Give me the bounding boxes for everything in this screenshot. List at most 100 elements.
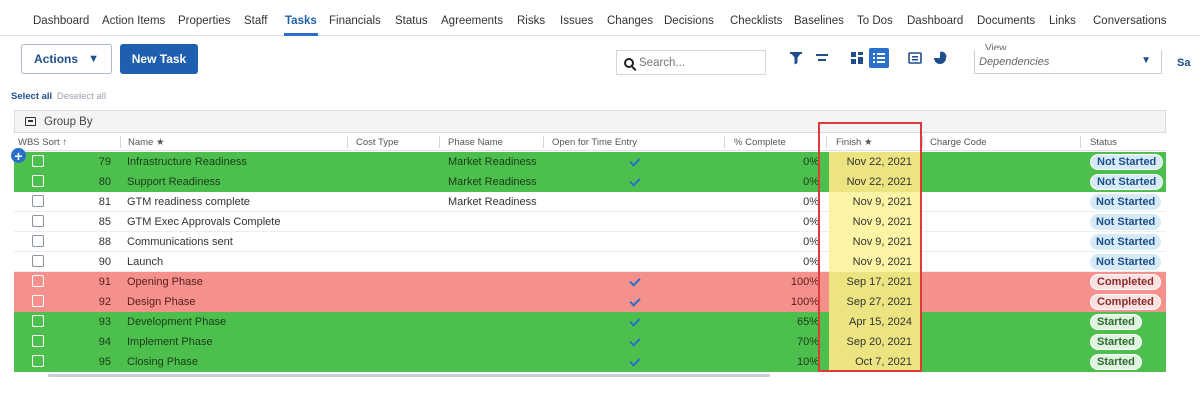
- board-view-icon[interactable]: [847, 48, 867, 68]
- status-badge: Started: [1090, 354, 1142, 370]
- adjust-columns-icon[interactable]: [812, 48, 832, 68]
- task-name[interactable]: Launch: [127, 256, 163, 268]
- task-name[interactable]: Opening Phase: [127, 276, 203, 288]
- col-wbs-sort[interactable]: WBS Sort ↑: [18, 137, 67, 148]
- col-open-time-entry[interactable]: Open for Time Entry: [552, 137, 637, 148]
- row-checkbox[interactable]: [32, 315, 44, 327]
- horizontal-scrollbar[interactable]: [48, 374, 770, 377]
- col-phase-name[interactable]: Phase Name: [448, 137, 503, 148]
- row-checkbox[interactable]: [32, 155, 44, 167]
- table-row[interactable]: 95 Closing Phase 10% Oct 7, 2021 Started: [14, 352, 1166, 372]
- table-row[interactable]: 79 Infrastructure Readiness Market Readi…: [14, 152, 1166, 172]
- row-checkbox[interactable]: [32, 335, 44, 347]
- tab-financials[interactable]: Financials: [329, 15, 381, 27]
- row-checkbox[interactable]: [32, 175, 44, 187]
- tab-conversations[interactable]: Conversations: [1093, 15, 1167, 27]
- search-icon: [624, 57, 634, 68]
- row-checkbox[interactable]: [32, 355, 44, 367]
- tab-properties[interactable]: Properties: [178, 15, 230, 27]
- table-row[interactable]: 93 Development Phase 65% Apr 15, 2024 St…: [14, 312, 1166, 332]
- task-name[interactable]: Infrastructure Readiness: [127, 156, 247, 168]
- tab-baselines[interactable]: Baselines: [794, 15, 844, 27]
- task-name[interactable]: Design Phase: [127, 296, 196, 308]
- check-icon: [629, 335, 641, 347]
- filter-icon[interactable]: [786, 48, 806, 68]
- group-by-bar[interactable]: Group By: [14, 110, 1166, 133]
- tab-changes[interactable]: Changes: [607, 15, 653, 27]
- tab-tasks[interactable]: Tasks: [285, 15, 317, 27]
- wbs-cell: 85: [98, 216, 111, 228]
- tab-dashboard-2[interactable]: Dashboard: [907, 15, 963, 27]
- add-row-icon[interactable]: +: [11, 148, 26, 163]
- task-name[interactable]: Communications sent: [127, 236, 233, 248]
- col-charge-code[interactable]: Charge Code: [930, 137, 987, 148]
- view-select[interactable]: Dependencies ▼: [974, 50, 1162, 74]
- table-row[interactable]: 88 Communications sent 0% Nov 9, 2021 No…: [14, 232, 1166, 252]
- col-name[interactable]: Name ★: [128, 137, 165, 148]
- col-status[interactable]: Status: [1090, 137, 1117, 148]
- save-view-truncated[interactable]: Sa: [1177, 57, 1190, 69]
- tab-agreements[interactable]: Agreements: [441, 15, 503, 27]
- col-percent-complete[interactable]: % Complete: [734, 137, 786, 148]
- tab-staff[interactable]: Staff: [244, 15, 267, 27]
- row-checkbox[interactable]: [32, 215, 44, 227]
- tab-links[interactable]: Links: [1049, 15, 1076, 27]
- wbs-cell: 95: [98, 356, 111, 368]
- task-name[interactable]: Closing Phase: [127, 356, 198, 368]
- table-row[interactable]: 90 Launch 0% Nov 9, 2021 Not Started: [14, 252, 1166, 272]
- wbs-cell: 88: [98, 236, 111, 248]
- tab-documents[interactable]: Documents: [977, 15, 1035, 27]
- search-box[interactable]: [616, 50, 766, 75]
- finish-date: Sep 20, 2021: [829, 332, 920, 352]
- row-checkbox[interactable]: [32, 255, 44, 267]
- task-name[interactable]: Support Readiness: [127, 176, 221, 188]
- task-name[interactable]: Development Phase: [127, 316, 226, 328]
- card-view-icon[interactable]: [905, 48, 925, 68]
- table-row[interactable]: 80 Support Readiness Market Readiness 0%…: [14, 172, 1166, 192]
- chart-view-icon[interactable]: [930, 48, 950, 68]
- finish-date: Nov 9, 2021: [829, 192, 920, 212]
- status-badge: Completed: [1090, 274, 1161, 290]
- tab-status[interactable]: Status: [395, 15, 428, 27]
- task-name[interactable]: GTM Exec Approvals Complete: [127, 216, 280, 228]
- phase-name: Market Readiness: [448, 176, 537, 188]
- table-row[interactable]: 85 GTM Exec Approvals Complete 0% Nov 9,…: [14, 212, 1166, 232]
- finish-date: Apr 15, 2024: [829, 312, 920, 332]
- caret-down-icon: ▼: [88, 53, 99, 65]
- status-badge: Started: [1090, 334, 1142, 350]
- actions-button[interactable]: Actions ▼: [21, 44, 112, 74]
- tab-checklists[interactable]: Checklists: [730, 15, 782, 27]
- tab-risks[interactable]: Risks: [517, 15, 545, 27]
- row-checkbox[interactable]: [32, 195, 44, 207]
- tab-action-items[interactable]: Action Items: [102, 15, 165, 27]
- row-checkbox[interactable]: [32, 235, 44, 247]
- status-badge: Not Started: [1090, 154, 1164, 170]
- check-icon: [629, 295, 641, 307]
- finish-date: Nov 9, 2021: [829, 252, 920, 272]
- finish-date: Nov 22, 2021: [829, 152, 920, 172]
- table-row[interactable]: 94 Implement Phase 70% Sep 20, 2021 Star…: [14, 332, 1166, 352]
- tab-todos[interactable]: To Dos: [857, 15, 893, 27]
- percent-complete: 0%: [803, 196, 819, 208]
- select-all-link[interactable]: Select all: [11, 91, 52, 102]
- row-checkbox[interactable]: [32, 275, 44, 287]
- task-name[interactable]: GTM readiness complete: [127, 196, 250, 208]
- wbs-cell: 79: [98, 156, 111, 168]
- search-input[interactable]: [639, 56, 749, 69]
- new-task-button[interactable]: New Task: [120, 44, 198, 74]
- col-finish[interactable]: Finish ★: [836, 137, 873, 148]
- tab-decisions[interactable]: Decisions: [664, 15, 714, 27]
- status-badge: Not Started: [1090, 254, 1162, 270]
- tab-issues[interactable]: Issues: [560, 15, 593, 27]
- group-icon: [25, 117, 36, 126]
- deselect-all-link[interactable]: Deselect all: [57, 91, 106, 102]
- row-checkbox[interactable]: [32, 295, 44, 307]
- col-cost-type[interactable]: Cost Type: [356, 137, 399, 148]
- table-row[interactable]: 81 GTM readiness complete Market Readine…: [14, 192, 1166, 212]
- list-view-icon[interactable]: [869, 48, 889, 68]
- tab-dashboard[interactable]: Dashboard: [33, 15, 89, 27]
- wbs-cell: 80: [98, 176, 111, 188]
- table-row[interactable]: 92 Design Phase 100% Sep 27, 2021 Comple…: [14, 292, 1166, 312]
- task-name[interactable]: Implement Phase: [127, 336, 213, 348]
- table-row[interactable]: 91 Opening Phase 100% Sep 17, 2021 Compl…: [14, 272, 1166, 292]
